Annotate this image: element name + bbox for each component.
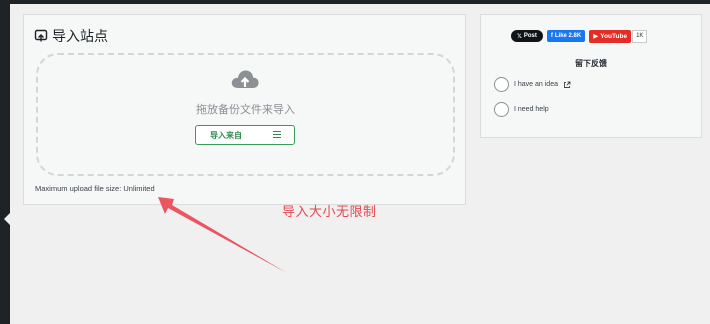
admin-top-bar	[0, 0, 710, 4]
import-box-icon	[34, 29, 48, 42]
social-buttons: 𝕏 Post f Like 2.8K ▶ YouTube 1K	[511, 29, 648, 43]
panel-title: 导入站点	[52, 28, 108, 44]
feedback-option-label: I need help	[514, 106, 549, 113]
youtube-play-icon: ▶	[593, 33, 599, 40]
file-dropzone[interactable]: 拖放备份文件来导入 导入来自	[36, 53, 455, 176]
admin-sidebar	[0, 0, 10, 324]
x-post-label: Post	[523, 33, 537, 39]
facebook-logo-icon: f	[550, 33, 553, 39]
facebook-like-button[interactable]: f Like 2.8K	[546, 30, 586, 42]
feedback-option-help[interactable]: I need help	[494, 101, 549, 118]
panel-heading: 导入站点	[34, 26, 108, 46]
radio-button[interactable]	[494, 77, 509, 92]
youtube-label: YouTube	[600, 32, 628, 40]
x-post-button[interactable]: 𝕏 Post	[511, 30, 543, 42]
youtube-subscribe-button[interactable]: ▶ YouTube	[589, 29, 632, 43]
feedback-heading: 留下反馈	[575, 59, 607, 68]
annotation-note: 导入大小无限制	[282, 204, 377, 219]
youtube-count: 1K	[632, 29, 648, 43]
x-logo-icon: 𝕏	[517, 33, 522, 40]
import-site-panel: 导入站点 拖放备份文件来导入 导入来自 Maximum upload file …	[23, 14, 466, 205]
radio-button[interactable]	[494, 102, 509, 117]
hamburger-menu-icon	[273, 131, 281, 139]
dropzone-text: 拖放备份文件来导入	[196, 104, 295, 116]
external-link-icon	[564, 81, 571, 88]
import-from-label: 导入来自	[210, 131, 242, 140]
cloud-upload-icon	[231, 70, 259, 88]
feedback-option-idea[interactable]: I have an idea	[494, 76, 571, 93]
facebook-like-label: Like 2.8K	[554, 33, 582, 39]
feedback-option-label: I have an idea	[514, 81, 558, 88]
feedback-panel: 𝕏 Post f Like 2.8K ▶ YouTube 1K 留下反馈 I h…	[480, 14, 702, 138]
import-from-button[interactable]: 导入来自	[195, 125, 295, 145]
max-upload-size: Maximum upload file size: Unlimited	[35, 184, 155, 193]
sidebar-active-indicator	[4, 213, 10, 225]
